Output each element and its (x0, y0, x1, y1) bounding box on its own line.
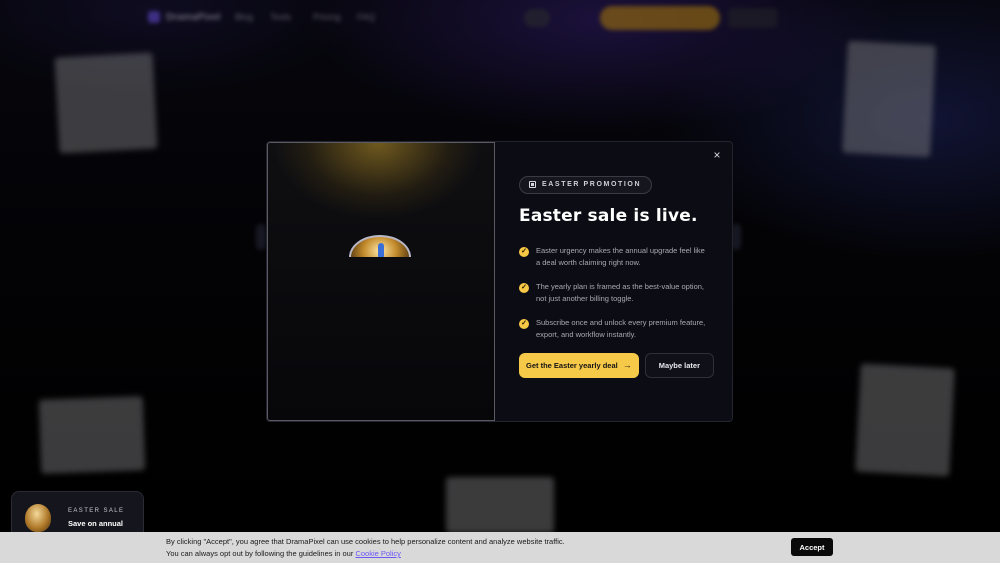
promo-content: × EASTER PROMOTION Easter sale is live. … (495, 142, 732, 421)
modal-headline: Easter sale is live. (519, 205, 698, 226)
cookie-text-line2-prefix: You can always opt out by following the … (166, 549, 356, 558)
toast-kicker: EASTER SALE (68, 508, 125, 514)
feature-item: ✓ The yearly plan is framed as the best-… (519, 281, 732, 306)
feature-item: ✓ Subscribe once and unlock every premiu… (519, 317, 732, 342)
image-icon (529, 181, 536, 188)
cookie-consent-bar: By clicking "Accept", you agree that Dra… (0, 532, 1000, 563)
cookie-text-line2: You can always opt out by following the … (166, 548, 565, 560)
promo-badge: EASTER PROMOTION (519, 175, 653, 194)
accept-cookies-button[interactable]: Accept (791, 538, 833, 556)
cookie-policy-link[interactable]: Cookie Policy (355, 549, 400, 558)
feature-text: The yearly plan is framed as the best-va… (536, 281, 705, 304)
maybe-later-button[interactable]: Maybe later (644, 352, 714, 378)
modal-actions: Get the Easter yearly deal → Maybe later (519, 352, 732, 378)
promo-image-panel (267, 142, 495, 421)
check-icon: ✓ (519, 318, 529, 329)
easter-egg-icon (349, 235, 411, 257)
cookie-text: By clicking "Accept", you agree that Dra… (166, 536, 565, 560)
cookie-text-line1: By clicking "Accept", you agree that Dra… (166, 537, 565, 546)
feature-text: Easter urgency makes the annual upgrade … (536, 245, 705, 268)
feature-list: ✓ Easter urgency makes the annual upgrad… (519, 245, 732, 342)
toast-title: Save on annual (68, 519, 124, 528)
feature-text: Subscribe once and unlock every premium … (536, 317, 706, 340)
get-easter-deal-label: Get the Easter yearly deal (526, 360, 618, 370)
get-easter-deal-button[interactable]: Get the Easter yearly deal → (519, 352, 639, 378)
feature-item: ✓ Easter urgency makes the annual upgrad… (519, 245, 732, 270)
arrow-right-icon: → (622, 360, 632, 370)
easter-egg-icon (25, 504, 51, 532)
promo-badge-label: EASTER PROMOTION (542, 181, 642, 188)
easter-promo-modal: × EASTER PROMOTION Easter sale is live. … (266, 141, 733, 422)
check-icon: ✓ (519, 282, 529, 293)
check-icon: ✓ (519, 246, 529, 257)
close-button[interactable]: × (710, 148, 724, 162)
